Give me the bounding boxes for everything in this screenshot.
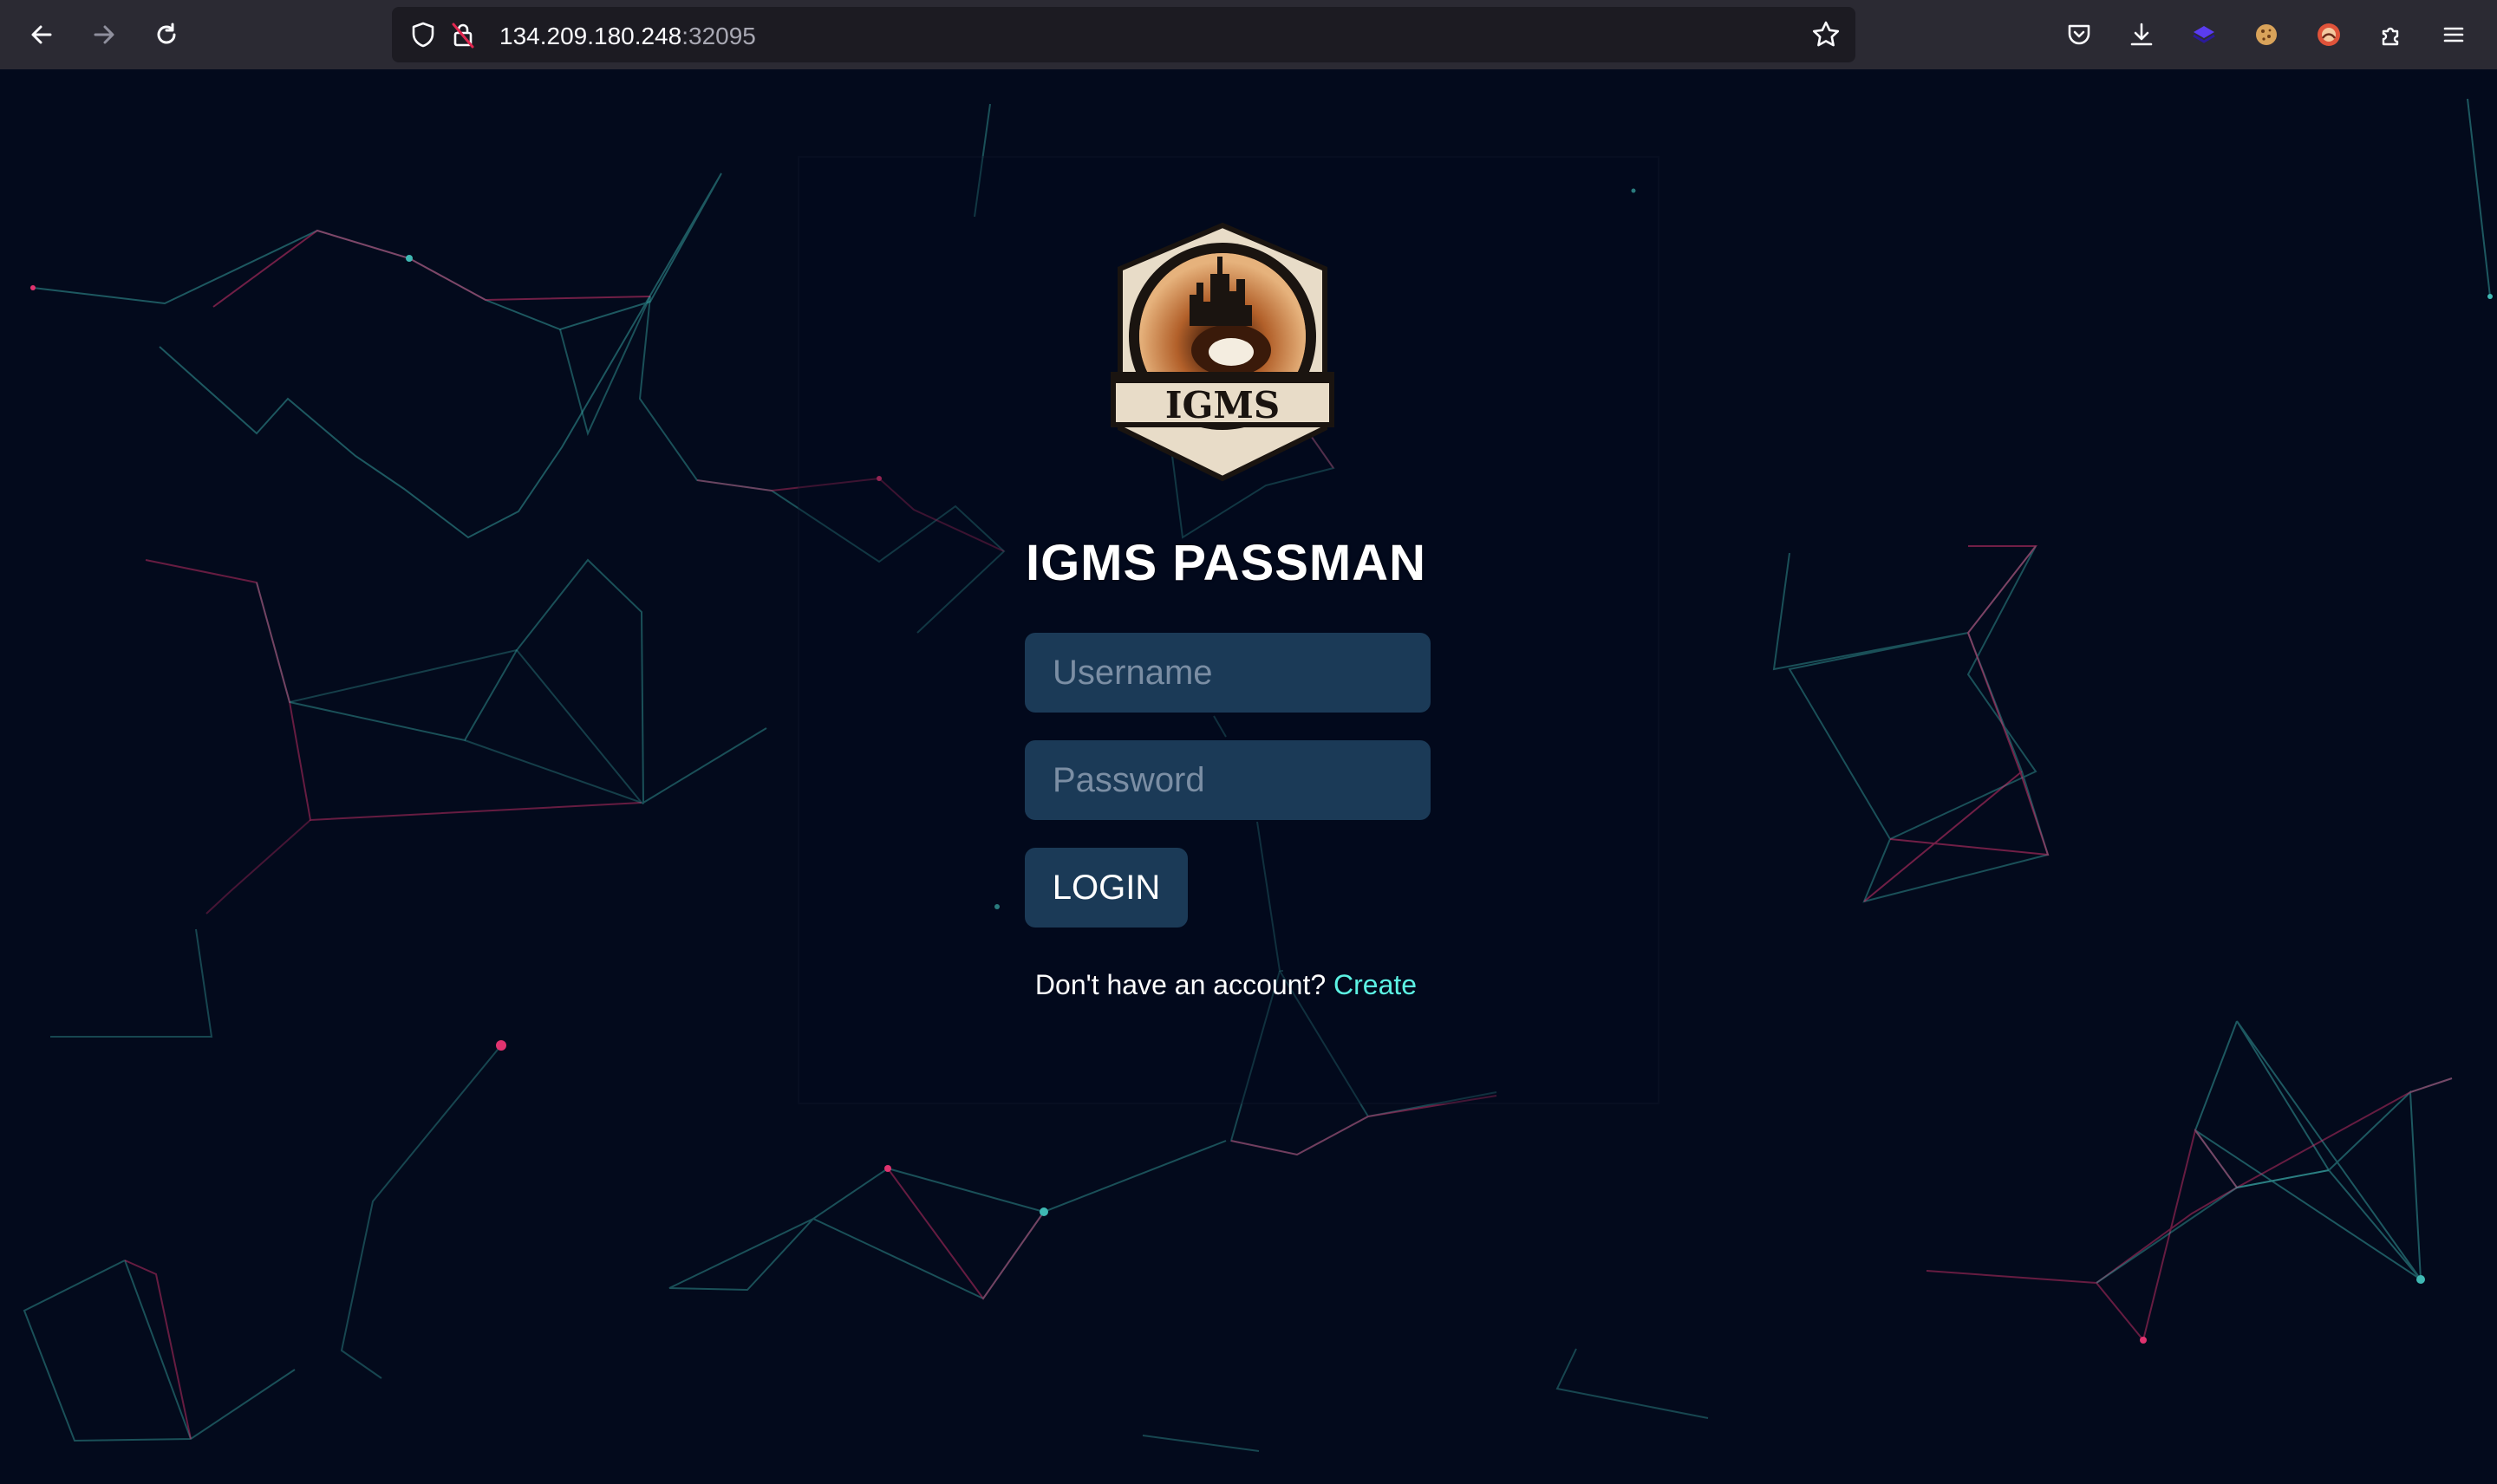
signup-prompt: Don't have an account? Create xyxy=(0,969,2452,1001)
url-text: 134.209.180.248:32095 xyxy=(499,23,756,49)
signup-prompt-text: Don't have an account? xyxy=(1034,969,1327,1000)
hamburger-menu-icon[interactable] xyxy=(2436,17,2471,52)
login-button[interactable]: LOGIN xyxy=(1025,848,1188,928)
cookie-extension-icon[interactable] xyxy=(2249,17,2284,52)
extension-cube-icon[interactable] xyxy=(2187,17,2221,52)
insecure-lock-icon[interactable] xyxy=(446,17,480,52)
page-title: IGMS PASSMAN xyxy=(1025,535,1427,591)
url-bar[interactable]: 134.209.180.248:32095 xyxy=(392,7,1855,62)
forward-arrow-icon[interactable] xyxy=(87,17,121,52)
back-arrow-icon[interactable] xyxy=(24,17,59,52)
shield-icon[interactable] xyxy=(406,17,440,52)
pocket-icon[interactable] xyxy=(2062,17,2096,52)
extensions-puzzle-icon[interactable] xyxy=(2374,17,2409,52)
browser-toolbar: 134.209.180.248:32095 xyxy=(0,0,2497,70)
logo-text: IGMS xyxy=(1165,384,1280,426)
create-account-link[interactable]: Create xyxy=(1333,969,1417,1000)
login-page: IGMS IGMS PASSMAN LOGIN Don't have an ac… xyxy=(0,69,2497,1484)
reload-icon[interactable] xyxy=(149,17,184,52)
username-input[interactable] xyxy=(1025,633,1431,713)
bookmark-star-icon[interactable] xyxy=(1809,17,1843,52)
download-icon[interactable] xyxy=(2124,17,2159,52)
igms-logo: IGMS xyxy=(1110,222,1335,486)
avatar-extension-icon[interactable] xyxy=(2311,17,2346,52)
password-input[interactable] xyxy=(1025,740,1431,820)
